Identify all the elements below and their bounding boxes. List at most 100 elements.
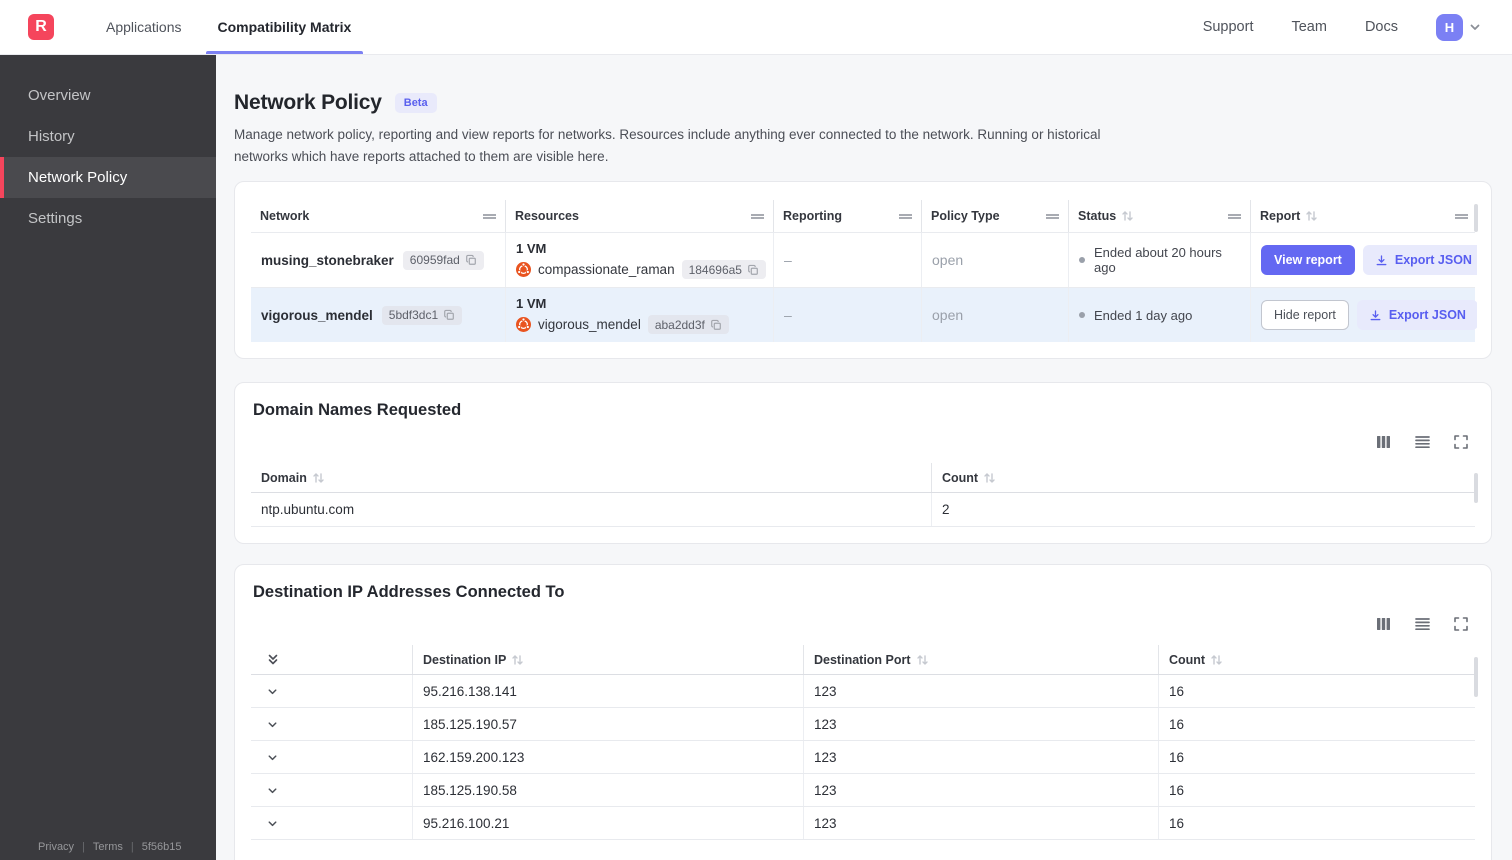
ip-cell: 95.216.100.21 bbox=[412, 807, 803, 840]
copy-icon[interactable] bbox=[443, 309, 455, 321]
col-header-reporting[interactable]: Reporting bbox=[774, 200, 922, 233]
networks-table-header: Network Resources Reporting Policy Type bbox=[251, 200, 1477, 233]
resize-handle-icon[interactable] bbox=[899, 213, 912, 219]
domains-table-header: Domain Count bbox=[251, 463, 1477, 494]
expand-cell bbox=[251, 741, 412, 773]
destinations-table-header: Destination IP Destination Port Count bbox=[251, 645, 1477, 676]
sort-arrows-icon[interactable] bbox=[1305, 210, 1318, 222]
col-header-status[interactable]: Status bbox=[1069, 200, 1251, 233]
sort-arrows-icon[interactable] bbox=[983, 472, 996, 484]
chevron-down-icon[interactable] bbox=[261, 784, 279, 797]
main-content: Network Policy Beta Manage network polic… bbox=[216, 55, 1512, 860]
copy-icon[interactable] bbox=[465, 254, 477, 266]
app-logo[interactable]: R bbox=[28, 14, 54, 40]
resource-id-badge: aba2dd3f bbox=[647, 315, 729, 335]
view-report-button[interactable]: View report bbox=[1261, 245, 1355, 276]
divider: | bbox=[130, 841, 134, 853]
sort-arrows-icon[interactable] bbox=[1210, 654, 1223, 666]
port-cell: 123 bbox=[803, 708, 1158, 741]
col-header-destination-port[interactable]: Destination Port bbox=[803, 645, 1158, 675]
reporting-cell: – bbox=[774, 233, 922, 288]
col-header-count[interactable]: Count bbox=[1158, 645, 1477, 675]
sort-arrows-icon[interactable] bbox=[1121, 210, 1134, 222]
table-toolbar bbox=[251, 616, 1469, 632]
rows-icon[interactable] bbox=[1414, 434, 1431, 450]
tab-applications[interactable]: Applications bbox=[88, 0, 200, 54]
sidebar-item-settings[interactable]: Settings bbox=[0, 198, 216, 239]
network-id-badge: 60959fad bbox=[402, 250, 484, 270]
scrollbar-thumb[interactable] bbox=[1474, 657, 1478, 698]
resize-handle-icon[interactable] bbox=[1228, 213, 1241, 219]
port-cell: 123 bbox=[803, 675, 1158, 708]
network-row[interactable]: musing_stonebraker 60959fad 1 VM compass… bbox=[251, 232, 1477, 288]
copy-icon[interactable] bbox=[747, 264, 759, 276]
hide-report-button[interactable]: Hide report bbox=[1261, 300, 1349, 331]
export-json-button[interactable]: Export JSON bbox=[1356, 300, 1477, 331]
expand-cell bbox=[251, 708, 412, 740]
status-cell: Ended 1 day ago bbox=[1069, 288, 1251, 343]
tab-compatibility-matrix[interactable]: Compatibility Matrix bbox=[200, 0, 370, 54]
expand-icon[interactable] bbox=[1453, 434, 1469, 450]
col-header-destination-ip[interactable]: Destination IP bbox=[412, 645, 803, 675]
destination-row[interactable]: 162.159.200.123 123 16 bbox=[251, 741, 1475, 775]
col-header-domain[interactable]: Domain bbox=[251, 463, 931, 492]
col-header-resources[interactable]: Resources bbox=[506, 200, 774, 233]
columns-icon[interactable] bbox=[1375, 434, 1392, 450]
build-version: 5f56b15 bbox=[141, 841, 182, 853]
destination-row[interactable]: 95.216.138.141 123 16 bbox=[251, 675, 1475, 709]
resize-handle-icon[interactable] bbox=[751, 213, 764, 219]
col-header-policy-type[interactable]: Policy Type bbox=[922, 200, 1069, 233]
domain-row[interactable]: ntp.ubuntu.com 2 bbox=[251, 493, 1477, 528]
export-json-button[interactable]: Export JSON bbox=[1362, 245, 1477, 276]
nav-link-docs[interactable]: Docs bbox=[1365, 19, 1398, 35]
destinations-card: Destination IP Addresses Connected To De… bbox=[234, 564, 1492, 860]
count-cell: 16 bbox=[1158, 807, 1477, 840]
networks-card: Network Resources Reporting Policy Type bbox=[234, 181, 1492, 360]
chevron-down-icon[interactable] bbox=[261, 751, 279, 764]
report-cell: Hide report Export JSON bbox=[1251, 288, 1477, 342]
chevron-down-icon[interactable] bbox=[261, 685, 279, 698]
sidebar-item-network-policy[interactable]: Network Policy bbox=[0, 157, 216, 198]
domain-cell: ntp.ubuntu.com bbox=[261, 502, 355, 518]
scrollbar-thumb[interactable] bbox=[1474, 473, 1478, 504]
sort-arrows-icon[interactable] bbox=[916, 654, 929, 666]
dot-icon bbox=[1079, 312, 1085, 319]
sort-arrows-icon[interactable] bbox=[511, 654, 524, 666]
col-header-report[interactable]: Report bbox=[1251, 200, 1477, 232]
count-cell: 2 bbox=[931, 493, 1477, 527]
privacy-link[interactable]: Privacy bbox=[38, 841, 74, 853]
destination-row[interactable]: 185.125.190.58 123 16 bbox=[251, 774, 1475, 808]
rows-icon[interactable] bbox=[1414, 616, 1431, 632]
destination-row[interactable]: 95.216.100.21 123 16 bbox=[251, 807, 1477, 841]
network-row[interactable]: vigorous_mendel 5bdf3dc1 1 VM vigorous_m… bbox=[251, 287, 1477, 343]
terms-link[interactable]: Terms bbox=[93, 841, 123, 853]
sort-arrows-icon[interactable] bbox=[312, 472, 325, 484]
resize-handle-icon[interactable] bbox=[1046, 213, 1059, 219]
destination-row[interactable]: 185.125.190.57 123 16 bbox=[251, 708, 1477, 742]
nav-link-team[interactable]: Team bbox=[1291, 19, 1326, 35]
network-id-badge: 5bdf3dc1 bbox=[381, 305, 463, 325]
nav-tabs: Applications Compatibility Matrix bbox=[88, 0, 369, 54]
resize-handle-icon[interactable] bbox=[483, 213, 496, 219]
resize-handle-icon[interactable] bbox=[1455, 213, 1468, 219]
nav-right: Support Team Docs H bbox=[1203, 0, 1512, 54]
columns-icon[interactable] bbox=[1375, 616, 1392, 632]
chevron-down-icon[interactable] bbox=[261, 817, 279, 830]
dot-icon bbox=[1079, 257, 1085, 264]
scrollbar-thumb[interactable] bbox=[1474, 204, 1478, 233]
expand-icon[interactable] bbox=[1453, 616, 1469, 632]
count-cell: 16 bbox=[1158, 708, 1477, 741]
nav-link-support[interactable]: Support bbox=[1203, 19, 1254, 35]
sidebar-item-overview[interactable]: Overview bbox=[0, 75, 216, 116]
expand-cell bbox=[251, 675, 412, 707]
col-header-count[interactable]: Count bbox=[931, 463, 1477, 493]
avatar[interactable]: H bbox=[1436, 13, 1463, 41]
user-menu[interactable]: H bbox=[1436, 13, 1482, 41]
resources-cell: 1 VM vigorous_mendel aba2dd3f bbox=[506, 288, 774, 343]
chevron-down-icon[interactable] bbox=[261, 718, 279, 731]
copy-icon[interactable] bbox=[710, 319, 722, 331]
sidebar-item-history[interactable]: History bbox=[0, 116, 216, 157]
col-header-network[interactable]: Network bbox=[251, 200, 506, 233]
double-chevron-down-icon[interactable] bbox=[261, 652, 280, 667]
domains-card: Domain Names Requested Domain Count ntp.… bbox=[234, 382, 1492, 545]
